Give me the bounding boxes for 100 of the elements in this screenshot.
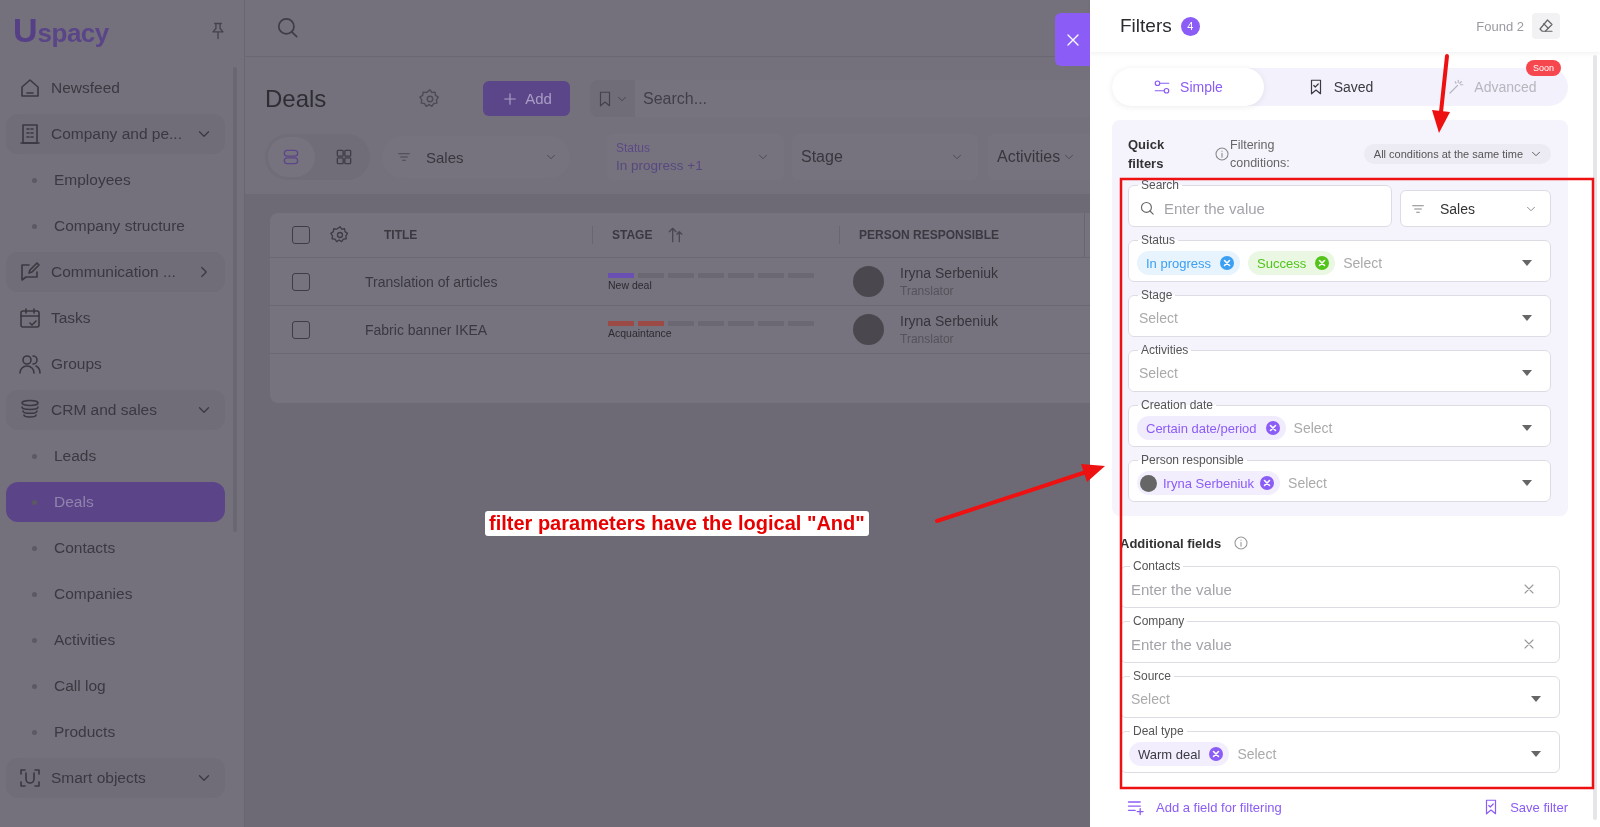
clear-filters-button[interactable]: [1532, 13, 1560, 39]
avatar: [1140, 474, 1157, 492]
sidebar-item[interactable]: Companies: [6, 574, 225, 614]
search-field[interactable]: Search...: [635, 80, 1090, 117]
pipeline-dropdown[interactable]: Sales: [1400, 190, 1551, 227]
bullet-icon: [32, 545, 37, 551]
person-name: Iryna Serbeniuk: [900, 265, 999, 281]
caret-down-icon: [1531, 751, 1541, 757]
sidebar-item[interactable]: Smart objects: [6, 758, 225, 798]
person-name: Iryna Serbeniuk: [900, 313, 999, 329]
select-field[interactable]: Person responsible Iryna Serbeniuk Select: [1128, 453, 1551, 502]
sidebar-item[interactable]: Contacts: [6, 528, 225, 568]
page-title: Deals: [265, 84, 328, 113]
section-title: Quick filters: [1128, 136, 1166, 173]
bullet-icon: [32, 591, 37, 597]
select-field[interactable]: Stage Select: [1128, 288, 1551, 337]
column-header[interactable]: TITLE: [384, 228, 418, 242]
results-count: Found 2: [1476, 18, 1524, 34]
sidebar-item[interactable]: Communication ...: [6, 252, 225, 292]
people-icon: [18, 352, 42, 376]
remove-icon[interactable]: [1209, 747, 1224, 761]
caret-down-icon: [1522, 425, 1532, 431]
caret-down-icon: [1531, 696, 1541, 702]
remove-icon[interactable]: [1265, 421, 1280, 435]
text-field[interactable]: Company Enter the value: [1120, 614, 1560, 663]
soon-badge: Soon: [1525, 60, 1561, 76]
sidebar-item[interactable]: Company and pe...: [6, 114, 225, 154]
calendar-icon: [18, 306, 42, 330]
search-icon: [1139, 199, 1156, 217]
sidebar-item[interactable]: Call log: [6, 666, 225, 706]
panel-title: Filters: [1120, 15, 1172, 37]
home-icon: [18, 76, 42, 100]
sidebar-item[interactable]: Deals: [6, 482, 225, 522]
info-icon: [1214, 146, 1230, 162]
remove-icon[interactable]: [1260, 476, 1275, 490]
sidebar-item[interactable]: Leads: [6, 436, 225, 476]
info-icon: [1233, 535, 1250, 551]
search-input[interactable]: Enter the value: [1164, 199, 1381, 217]
list-view-button[interactable]: [268, 137, 315, 177]
filter-chip: In progress: [1137, 251, 1241, 275]
bullet-icon: [32, 453, 37, 459]
search-field[interactable]: Search Enter the value: [1128, 178, 1392, 227]
remove-icon[interactable]: [1220, 256, 1235, 270]
sidebar-item[interactable]: Newsfeed: [6, 68, 225, 108]
sidebar-item[interactable]: Employees: [6, 160, 225, 200]
magic-wand-icon: [1447, 78, 1466, 96]
search-input[interactable]: Search...: [643, 89, 1090, 108]
conditions-dropdown[interactable]: All conditions at the same time: [1363, 144, 1551, 164]
caret-down-icon: [1522, 260, 1532, 266]
bullet-icon: [32, 729, 37, 735]
column-header[interactable]: STAGE: [612, 225, 687, 245]
text-input[interactable]: Enter the value: [1131, 580, 1513, 598]
caret-down-icon: [1522, 480, 1532, 486]
sidebar-item[interactable]: Activities: [6, 620, 225, 660]
checkbox[interactable]: [292, 320, 310, 339]
select-field[interactable]: Activities Select: [1128, 343, 1551, 392]
bullet-icon: [32, 637, 37, 643]
sidebar-item[interactable]: Company structure: [6, 206, 225, 246]
tab[interactable]: Simple: [1112, 68, 1264, 106]
bullet-icon: [32, 223, 37, 229]
checkbox[interactable]: [292, 272, 310, 291]
section-title: Additional fields: [1120, 535, 1222, 551]
remove-icon[interactable]: [1315, 256, 1330, 270]
table-cell: Translation of articles: [365, 273, 498, 290]
scan-icon: [18, 766, 42, 790]
building-icon: [18, 122, 42, 146]
settings-icon: [330, 225, 350, 245]
column-header[interactable]: PERSON RESPONSIBLE: [859, 228, 1000, 242]
sidebar-item[interactable]: Tasks: [6, 298, 225, 338]
stage-label: New deal: [608, 278, 652, 291]
select-field[interactable]: Status In progress Success Select: [1128, 233, 1551, 282]
bullet-icon: [32, 177, 37, 183]
text-field[interactable]: Contacts Enter the value: [1120, 559, 1560, 608]
chat-icon: [18, 260, 42, 284]
save-filter-button[interactable]: Save filter: [1482, 798, 1568, 816]
checkbox[interactable]: [292, 226, 310, 244]
add-field-button[interactable]: Add a field for filtering: [1126, 797, 1282, 817]
sidebar-item[interactable]: CRM and sales: [6, 390, 225, 430]
filter-chip: Warm deal: [1129, 742, 1230, 766]
settings-icon: [419, 87, 441, 110]
select-field[interactable]: Source Select: [1120, 669, 1560, 718]
eraser-icon: [1537, 17, 1555, 35]
close-button[interactable]: [1055, 13, 1090, 66]
scrollbar[interactable]: [1593, 55, 1597, 820]
text-input[interactable]: Enter the value: [1131, 635, 1513, 653]
caret-down-icon: [1522, 315, 1532, 321]
bullet-icon: [32, 683, 37, 689]
caret-down-icon: [1522, 370, 1532, 376]
select-field[interactable]: Creation date Certain date/period Select: [1128, 398, 1551, 447]
table-cell: Fabric banner IKEA: [365, 321, 488, 338]
filter-chip: Iryna Serbeniuk: [1137, 471, 1281, 495]
add-button[interactable]: Add: [483, 81, 570, 116]
sidebar-item[interactable]: Groups: [6, 344, 225, 384]
sidebar-item[interactable]: Products: [6, 712, 225, 752]
tab[interactable]: Saved: [1264, 68, 1416, 106]
stage-label: Acquaintance: [608, 326, 672, 339]
select-field[interactable]: Deal type Warm deal Select: [1120, 724, 1560, 773]
annotation-text: filter parameters have the logical "And": [485, 511, 869, 536]
filter-chip: Success: [1248, 251, 1336, 275]
avatar: [853, 314, 884, 345]
